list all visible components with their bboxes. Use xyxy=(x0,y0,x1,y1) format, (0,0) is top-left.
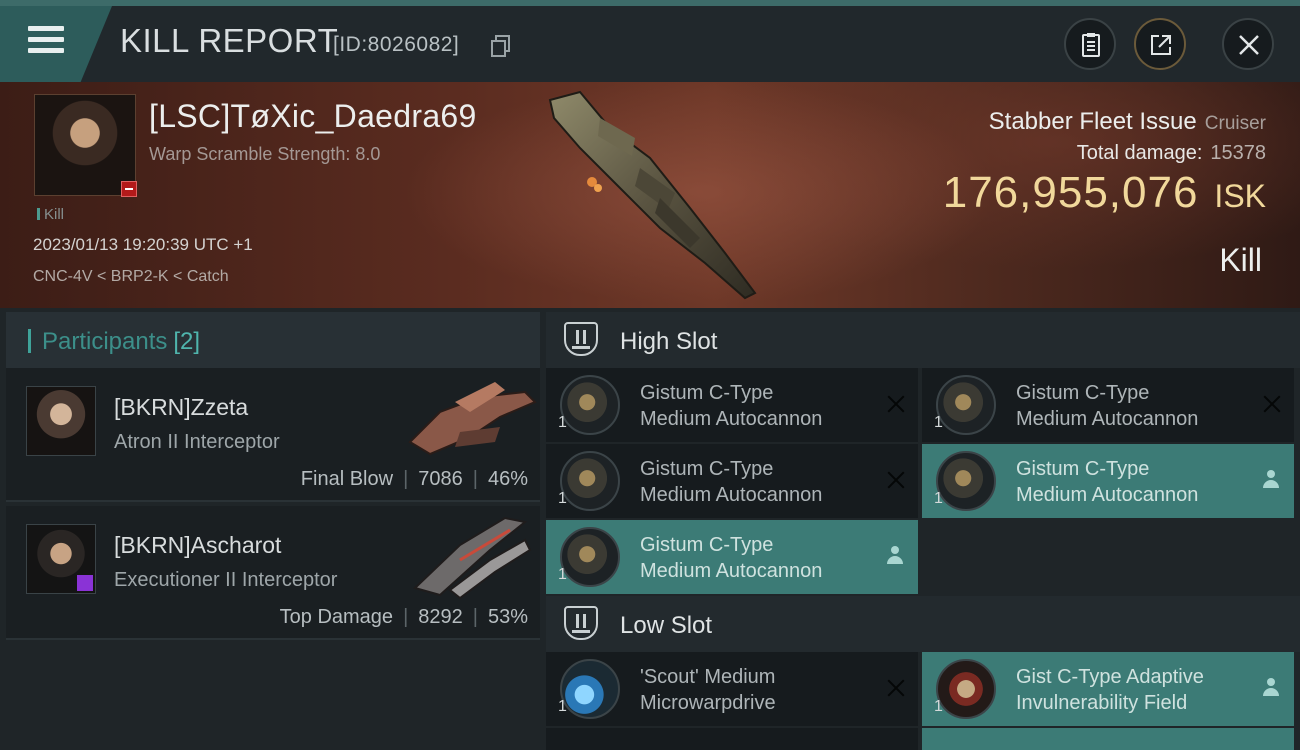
module-item[interactable]: 1 Gistum C-Type Medium Autocannon xyxy=(922,444,1294,518)
module-name-line1: Gistum C-Type xyxy=(640,382,774,404)
fitting-panel: High Slot 1 Gistum C-Type Medium Autocann… xyxy=(540,308,1300,750)
participant-ship: Atron II Interceptor xyxy=(114,431,280,453)
participant-role: Final Blow xyxy=(300,468,394,490)
participant-ship: Executioner II Interceptor xyxy=(114,569,338,591)
module-quantity: 1 xyxy=(934,698,943,715)
kill-result: Kill xyxy=(1219,242,1262,278)
destroyed-icon xyxy=(1262,394,1282,414)
low-slot-icon xyxy=(564,606,598,640)
dropped-pilot-icon xyxy=(886,546,904,566)
module-item[interactable]: 1 Gistum C-Type Medium Autocannon xyxy=(546,520,918,594)
participant-damage: 8292 xyxy=(418,606,463,628)
warp-scramble-strength: Warp Scramble Strength: 8.0 xyxy=(149,144,381,164)
autocannon-icon xyxy=(560,451,620,511)
module-name-line2: Microwarpdrive xyxy=(640,692,776,714)
module-name-line1: Gistum C-Type xyxy=(640,534,774,556)
victim-portrait[interactable] xyxy=(34,94,137,197)
participant-name[interactable]: [BKRN]Ascharot xyxy=(114,532,281,559)
module-item[interactable]: 1 Gistum C-Type Medium Autocannon xyxy=(546,444,918,518)
module-name-line2: Medium Autocannon xyxy=(1016,408,1199,430)
destroyed-icon xyxy=(886,470,906,490)
kill-location[interactable]: CNC-4V < BRP2-K < Catch xyxy=(33,268,229,286)
close-button[interactable] xyxy=(1222,18,1274,70)
total-damage-label: Total damage: xyxy=(1076,142,1203,164)
victim-ship-class: Cruiser xyxy=(1204,113,1266,134)
module-item[interactable]: 1 Gist C-Type Adaptive Invulnerability Fi… xyxy=(922,652,1294,726)
dropped-pilot-icon xyxy=(1262,678,1280,698)
autocannon-icon xyxy=(936,375,996,435)
victim-name[interactable]: [LSC]TøXic_Daedra69 xyxy=(149,98,477,135)
low-slot-header: Low Slot xyxy=(546,596,1300,652)
autocannon-icon xyxy=(560,527,620,587)
participant-damage: 7086 xyxy=(418,468,463,490)
module-item[interactable] xyxy=(546,728,918,750)
participant-percent: 53% xyxy=(487,606,528,628)
module-name-line1: 'Scout' Medium xyxy=(640,666,776,688)
module-quantity: 1 xyxy=(558,490,567,507)
clipboard-icon xyxy=(1082,33,1100,57)
clipboard-button[interactable] xyxy=(1064,18,1116,70)
module-name-line2: Medium Autocannon xyxy=(640,484,823,506)
high-slot-header: High Slot xyxy=(546,312,1300,368)
participant-name[interactable]: [BKRN]Zzeta xyxy=(114,394,248,421)
corp-badge-icon xyxy=(77,575,93,591)
participant-row[interactable]: [BKRN]Ascharot Executioner II Intercepto… xyxy=(6,506,540,640)
kill-datetime: 2023/01/13 19:20:39 UTC +1 xyxy=(33,235,253,254)
module-name-line2: Medium Autocannon xyxy=(640,408,823,430)
module-item[interactable]: 1 Gistum C-Type Medium Autocannon xyxy=(546,368,918,442)
destroyed-icon xyxy=(886,678,906,698)
autocannon-icon xyxy=(560,375,620,435)
module-quantity: 1 xyxy=(558,698,567,715)
participants-panel: Participants [2] [BKRN]Zzeta Atron II Int… xyxy=(0,308,540,750)
module-name-line2: Medium Autocannon xyxy=(1016,484,1199,506)
autocannon-icon xyxy=(936,451,996,511)
participant-ship-image xyxy=(408,382,537,456)
participants-title: Participants xyxy=(42,328,168,355)
isk-value: 176,955,076 xyxy=(942,168,1199,217)
high-slot-title: High Slot xyxy=(620,328,718,355)
module-quantity: 1 xyxy=(558,566,567,583)
kill-id: [ID:8026082] xyxy=(333,33,460,56)
participant-avatar[interactable] xyxy=(26,524,96,594)
participants-count: [2] xyxy=(173,328,201,355)
copy-icon[interactable] xyxy=(491,35,511,57)
total-damage-value: 15378 xyxy=(1210,142,1266,164)
close-icon xyxy=(1239,35,1259,55)
destroyed-icon xyxy=(886,394,906,414)
module-name-line2: Invulnerability Field xyxy=(1016,692,1188,714)
participant-role: Top Damage xyxy=(279,606,394,628)
high-slot-icon xyxy=(564,322,598,356)
hostile-badge-icon xyxy=(121,181,137,197)
module-name-line1: Gistum C-Type xyxy=(1016,458,1150,480)
victim-ship-name[interactable]: Stabber Fleet Issue xyxy=(989,108,1197,135)
victim-banner: [LSC]TøXic_Daedra69 Warp Scramble Streng… xyxy=(0,82,1300,308)
dropped-pilot-icon xyxy=(1262,470,1280,490)
share-button[interactable] xyxy=(1134,18,1186,70)
microwarpdrive-icon xyxy=(560,659,620,719)
kill-tag: Kill xyxy=(37,206,64,223)
module-item[interactable] xyxy=(922,728,1294,750)
share-icon xyxy=(1151,35,1171,55)
module-name-line1: Gistum C-Type xyxy=(1016,382,1150,404)
module-quantity: 1 xyxy=(934,414,943,431)
participant-ship-image xyxy=(413,516,532,600)
participant-avatar[interactable] xyxy=(26,386,96,456)
invulnerability-field-icon xyxy=(936,659,996,719)
participants-header: Participants [2] xyxy=(6,312,540,370)
module-name-line2: Medium Autocannon xyxy=(640,560,823,582)
participant-row[interactable]: [BKRN]Zzeta Atron II Interceptor Final B… xyxy=(6,368,540,502)
victim-ship-image xyxy=(548,90,757,300)
module-item[interactable]: 1 'Scout' Medium Microwarpdrive xyxy=(546,652,918,726)
module-name-line1: Gistum C-Type xyxy=(640,458,774,480)
module-quantity: 1 xyxy=(934,490,943,507)
isk-unit: ISK xyxy=(1214,178,1266,214)
module-quantity: 1 xyxy=(558,414,567,431)
low-slot-title: Low Slot xyxy=(620,612,713,639)
module-item[interactable]: 1 Gistum C-Type Medium Autocannon xyxy=(922,368,1294,442)
page-title: KILL REPORT xyxy=(120,22,339,59)
participant-percent: 46% xyxy=(487,468,528,490)
module-name-line1: Gist C-Type Adaptive xyxy=(1016,666,1204,688)
